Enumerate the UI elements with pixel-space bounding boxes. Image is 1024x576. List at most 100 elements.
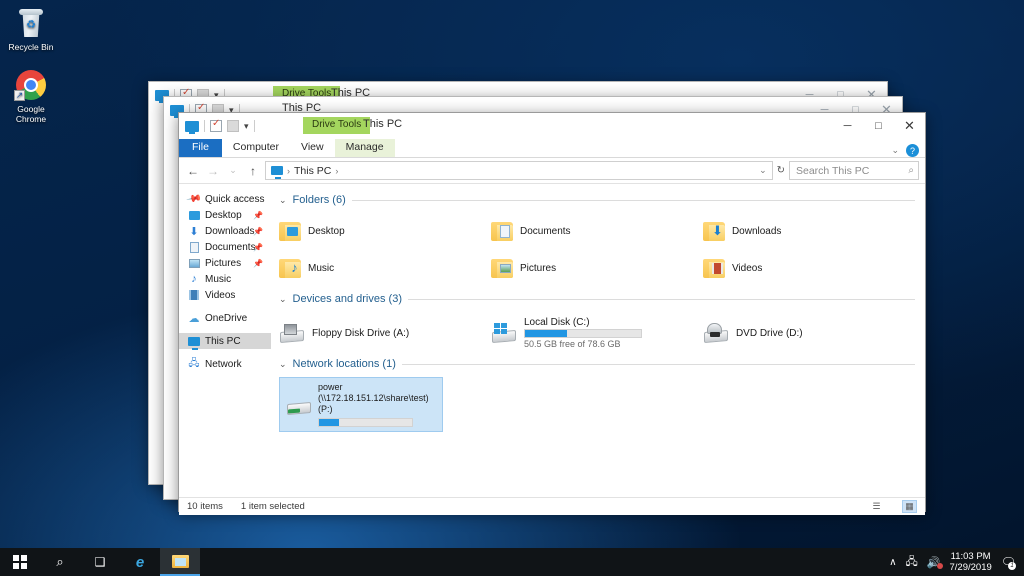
- details-view-icon[interactable]: ☰: [869, 500, 884, 513]
- group-header-devices[interactable]: ⌄ Devices and drives (3): [279, 293, 915, 305]
- sidebar-item-music[interactable]: ♪ Music: [179, 271, 271, 287]
- sidebar-item-label: OneDrive: [205, 312, 248, 324]
- chevron-down-icon[interactable]: ⌄: [279, 195, 287, 206]
- navigation-pane[interactable]: 📌 Quick access Desktop 📌 ⬇ Downloads 📌 D…: [179, 184, 271, 497]
- folder-item-music[interactable]: ♪ Music: [279, 250, 491, 287]
- help-button[interactable]: ?: [906, 144, 919, 157]
- desktop-icon-google-chrome[interactable]: ↗ Google Chrome: [2, 68, 60, 124]
- maximize-button[interactable]: □: [863, 113, 894, 139]
- file-list-pane[interactable]: ⌄ Folders (6) Desktop Documents ⬇ Downlo…: [271, 184, 925, 497]
- folder-item-pictures[interactable]: Pictures: [490, 250, 703, 287]
- volume-muted-icon[interactable]: 🔊: [927, 556, 943, 569]
- tab-file[interactable]: File: [179, 138, 222, 157]
- tab-view[interactable]: View: [290, 138, 335, 157]
- network-tray-icon[interactable]: 🖧: [906, 553, 918, 572]
- sidebar-item-quick-access[interactable]: 📌 Quick access: [179, 191, 271, 207]
- breadcrumb-separator-2[interactable]: ›: [335, 166, 338, 176]
- clock-date: 7/29/2019: [949, 562, 992, 573]
- close-button[interactable]: ✕: [894, 113, 925, 139]
- edge-icon: e: [135, 553, 145, 571]
- drive-item-local-disk[interactable]: Local Disk (C:) 50.5 GB free of 78.6 GB: [491, 312, 703, 354]
- search-placeholder: Search This PC: [796, 164, 870, 177]
- clock-time: 11:03 PM: [950, 551, 991, 562]
- divider: [401, 363, 915, 365]
- back-button[interactable]: ←: [185, 164, 201, 178]
- breadcrumb[interactable]: › This PC › ⌄: [265, 161, 773, 180]
- quick-access-toolbar[interactable]: ▾: [179, 118, 255, 134]
- thispc-icon: [271, 166, 283, 179]
- folder-item-desktop[interactable]: Desktop: [279, 213, 491, 250]
- search-icon: ⌕: [56, 554, 64, 569]
- folder-item-videos[interactable]: Videos: [702, 250, 915, 287]
- breadcrumb-dropdown-icon[interactable]: ⌄: [759, 165, 767, 176]
- capacity-bar: [318, 418, 413, 427]
- chevron-down-icon[interactable]: ⌄: [279, 294, 287, 305]
- window-titlebar[interactable]: ▾ Drive Tools This PC ─ □ ✕: [179, 113, 925, 139]
- taskbar[interactable]: ⌕ ❑ e ∧ 🖧 🔊 11:03 PM 7/29/2019 🗨1: [0, 548, 1024, 576]
- desktop-icon-label: Recycle Bin: [8, 42, 54, 52]
- sidebar-item-network[interactable]: 🖧 Network: [179, 356, 271, 372]
- start-button[interactable]: [0, 548, 40, 576]
- up-button[interactable]: ↑: [245, 164, 261, 178]
- chevron-down-icon[interactable]: ⌄: [279, 359, 287, 370]
- taskbar-explorer-button[interactable]: [160, 548, 200, 576]
- sidebar-item-videos[interactable]: Videos: [179, 287, 271, 303]
- item-label: Local Disk (C:): [523, 317, 590, 328]
- status-item-count: 10 items: [187, 501, 223, 512]
- large-icons-view-icon[interactable]: ▦: [902, 500, 917, 513]
- pin-icon[interactable]: 📌: [253, 211, 263, 220]
- tab-manage[interactable]: Manage: [334, 138, 395, 157]
- task-view-button[interactable]: ❑: [80, 548, 120, 576]
- group-label: Folders (6): [292, 194, 346, 206]
- sidebar-item-pictures[interactable]: Pictures 📌: [179, 255, 271, 271]
- contextual-tab-drive-tools[interactable]: Drive Tools: [303, 117, 371, 134]
- drive-item-floppy[interactable]: Floppy Disk Drive (A:): [279, 312, 491, 354]
- ribbon-tab-bar[interactable]: File Computer View Manage ⌄ ?: [179, 138, 925, 158]
- item-label: Floppy Disk Drive (A:): [312, 327, 410, 339]
- tray-chevron-icon[interactable]: ∧: [889, 557, 896, 568]
- new-folder-icon[interactable]: [227, 120, 239, 132]
- sidebar-item-this-pc[interactable]: This PC: [179, 333, 271, 350]
- action-center-icon[interactable]: 🗨1: [1001, 555, 1016, 570]
- sidebar-item-onedrive[interactable]: ☁ OneDrive: [179, 310, 271, 326]
- sidebar-item-downloads[interactable]: ⬇ Downloads 📌: [179, 223, 271, 239]
- item-label: Videos: [731, 263, 763, 274]
- taskbar-clock[interactable]: 11:03 PM 7/29/2019: [950, 551, 992, 573]
- capacity-bar: [523, 329, 642, 338]
- system-tray[interactable]: ∧ 🖧 🔊 11:03 PM 7/29/2019 🗨1: [889, 551, 1024, 573]
- customize-caret-icon[interactable]: ▾: [244, 121, 249, 132]
- network-drive-item-power[interactable]: power (\\172.18.151.12\share\test) (P:): [279, 377, 443, 432]
- address-bar[interactable]: ← → ⌄ ↑ › This PC › ⌄ ↻ Search This PC ⌕: [179, 158, 925, 184]
- ribbon-collapse-icon[interactable]: ⌄: [891, 145, 899, 156]
- refresh-button[interactable]: ↻: [777, 165, 785, 176]
- sidebar-item-desktop[interactable]: Desktop 📌: [179, 207, 271, 223]
- search-icon[interactable]: ⌕: [908, 165, 914, 176]
- forward-button[interactable]: →: [205, 164, 221, 178]
- tab-computer[interactable]: Computer: [222, 138, 290, 157]
- taskbar-edge-button[interactable]: e: [120, 548, 160, 576]
- breadcrumb-this-pc[interactable]: This PC: [294, 165, 331, 177]
- drive-item-dvd[interactable]: DVD Drive (D:): [703, 312, 915, 354]
- group-header-folders[interactable]: ⌄ Folders (6): [279, 194, 915, 206]
- folder-item-documents[interactable]: Documents: [490, 213, 703, 250]
- folder-item-downloads[interactable]: ⬇ Downloads: [702, 213, 915, 250]
- onedrive-icon: ☁: [188, 312, 200, 325]
- minimize-button[interactable]: ─: [832, 113, 863, 139]
- taskbar-search-button[interactable]: ⌕: [40, 548, 80, 576]
- pin-icon[interactable]: 📌: [253, 227, 263, 236]
- pictures-icon: [188, 257, 200, 269]
- explorer-window[interactable]: ▾ Drive Tools This PC ─ □ ✕ File Compute…: [178, 112, 926, 515]
- explorer-icon: [185, 120, 199, 134]
- pin-icon[interactable]: 📌: [253, 259, 263, 268]
- desktop-icon-recycle-bin[interactable]: ♻ Recycle Bin: [2, 6, 60, 52]
- window-title: This PC: [363, 118, 403, 130]
- properties-icon[interactable]: [210, 118, 222, 132]
- search-input[interactable]: Search This PC ⌕: [789, 161, 919, 180]
- sidebar-item-label: Videos: [205, 289, 236, 301]
- desktop-icon-label-line2: Chrome: [15, 114, 47, 124]
- group-header-network[interactable]: ⌄ Network locations (1): [279, 358, 915, 370]
- sidebar-item-documents[interactable]: Documents 📌: [179, 239, 271, 255]
- pin-icon[interactable]: 📌: [253, 243, 263, 252]
- recent-locations-button[interactable]: ⌄: [225, 165, 241, 176]
- window-controls[interactable]: ─ □ ✕: [832, 113, 925, 139]
